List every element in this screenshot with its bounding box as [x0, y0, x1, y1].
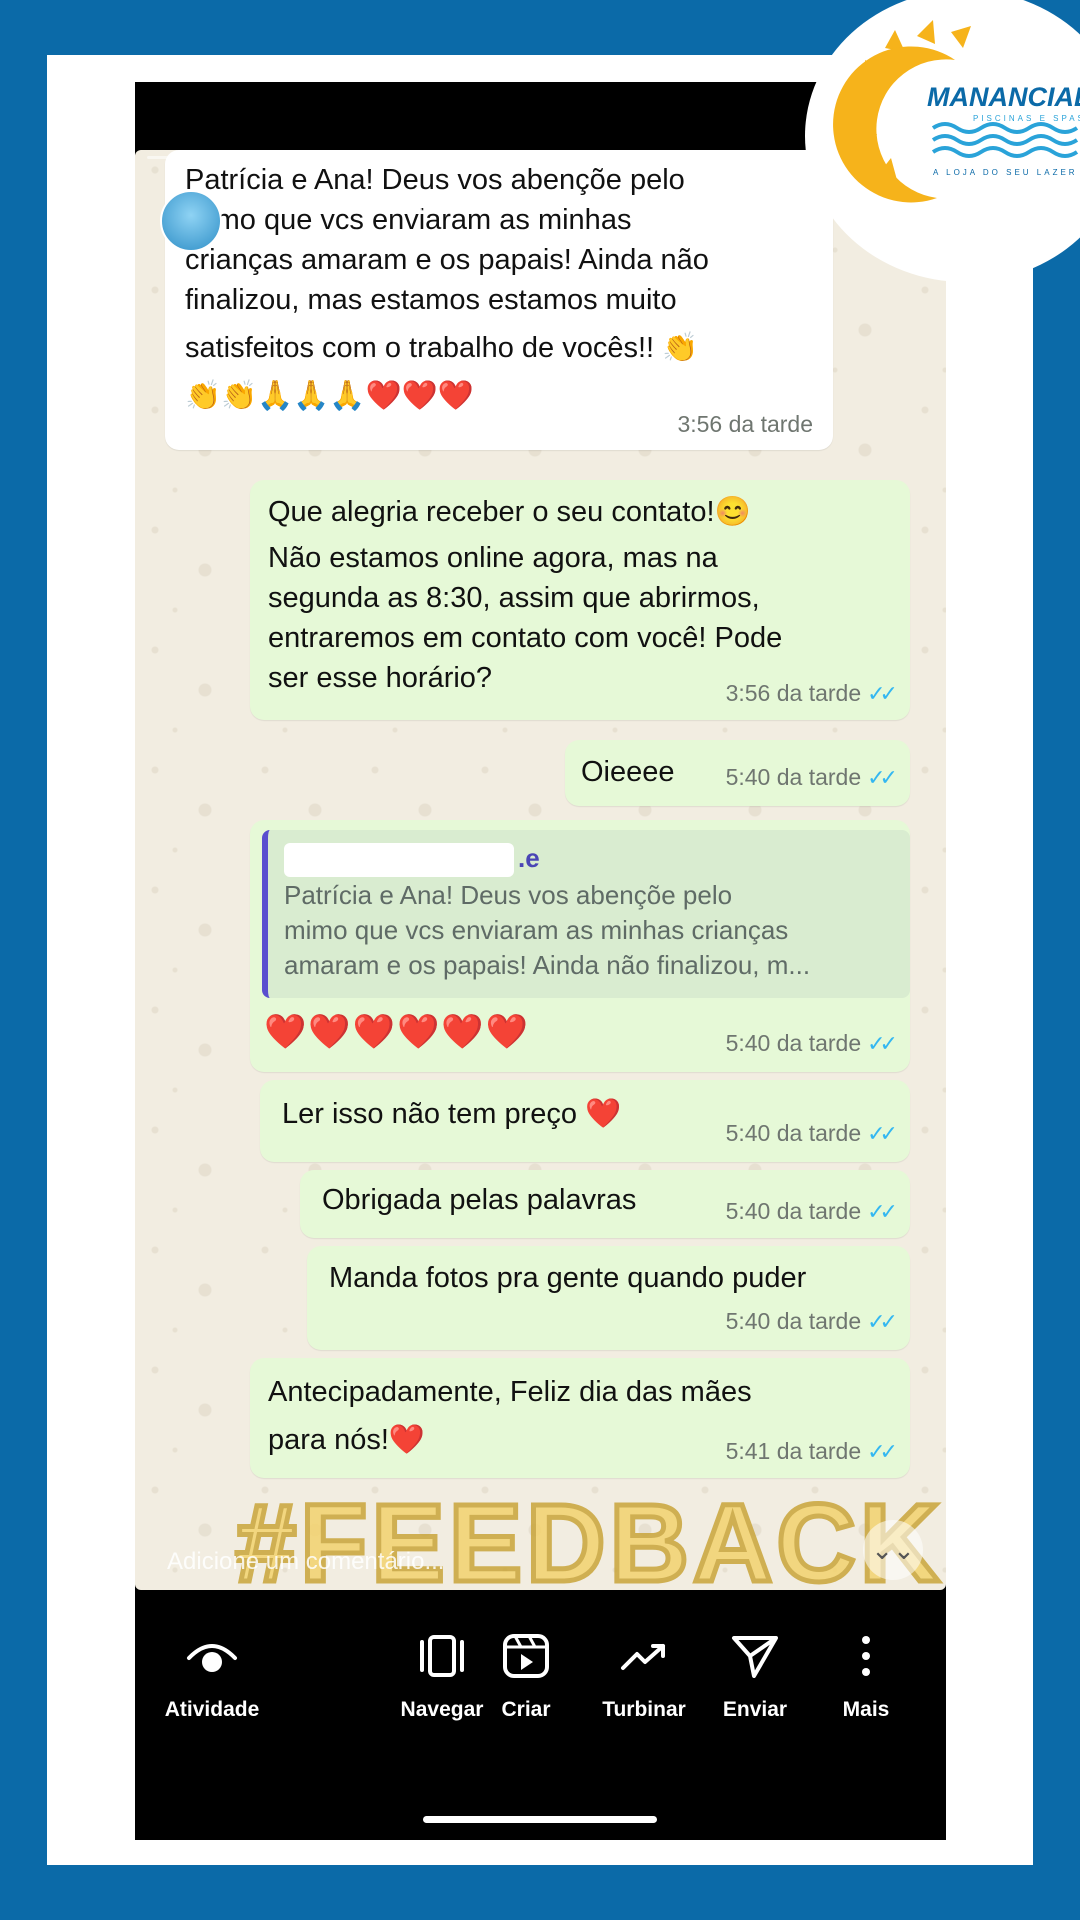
message-line: entraremos em contato com você! Pode: [268, 622, 783, 654]
quote-sender: .e: [284, 838, 894, 878]
chat-message-outgoing: .e Patrícia e Ana! Deus vos abençõe pelo…: [250, 820, 910, 1072]
nav-label: Turbinar: [602, 1698, 686, 1721]
redacted-name: [284, 843, 514, 878]
scroll-down-button[interactable]: ⌄⌄: [863, 1520, 923, 1580]
nav-enviar[interactable]: Enviar: [700, 1634, 810, 1722]
quoted-message[interactable]: .e Patrícia e Ana! Deus vos abençõe pelo…: [262, 830, 910, 998]
phone-screen: Patrícia e Ana! Deus vos abençõe pelo mi…: [135, 82, 946, 1840]
nav-label: Mais: [842, 1698, 890, 1721]
time-text: 5:40 da tarde: [725, 1030, 862, 1056]
logo-name: MANANCIAL: [927, 82, 1080, 112]
quote-line: amaram e os papais! Ainda não finalizou,…: [284, 950, 811, 980]
chat-message-outgoing: Que alegria receber o seu contato!😊 Não …: [250, 480, 910, 720]
time-text: 5:40 da tarde: [725, 1198, 862, 1224]
chat-message-outgoing: Manda fotos pra gente quando puder 5:40 …: [307, 1246, 910, 1350]
read-ticks-icon: ✓✓: [867, 1199, 898, 1224]
quote-line: Patrícia e Ana! Deus vos abençõe pelo: [284, 880, 733, 910]
story-content[interactable]: Patrícia e Ana! Deus vos abençõe pelo mi…: [135, 150, 946, 1590]
trend-up-icon: [621, 1644, 665, 1670]
home-indicator[interactable]: [423, 1816, 657, 1823]
nav-label: Navegar: [400, 1698, 484, 1721]
message-text: Obrigada pelas palavras: [322, 1184, 637, 1216]
message-line: segunda as 8:30, assim que abrirmos,: [268, 582, 760, 614]
message-text: Oieeee: [581, 756, 675, 788]
message-time: 5:40 da tarde ✓✓: [725, 1113, 898, 1154]
message-time: 5:41 da tarde ✓✓: [725, 1431, 898, 1472]
time-text: 5:41 da tarde: [725, 1438, 862, 1464]
read-ticks-icon: ✓✓: [867, 1121, 898, 1146]
time-text: 3:56 da tarde: [725, 680, 862, 706]
nav-mais[interactable]: Mais: [811, 1634, 921, 1722]
message-time: 5:40 da tarde ✓✓: [725, 1301, 898, 1342]
message-line: satisfeitos com o trabalho de vocês!! 👏: [185, 332, 699, 364]
message-time: 3:56 da tarde: [677, 411, 813, 437]
chat-message-outgoing: Obrigada pelas palavras 5:40 da tarde ✓✓: [300, 1170, 910, 1238]
story-account-name[interactable]: Feedback: [245, 192, 356, 220]
story-header: Feedback 22 de maio ♫ Mr. Dan, Gaab, Rod…: [135, 150, 946, 270]
nav-turbinar[interactable]: Turbinar: [589, 1634, 699, 1722]
message-time: 3:56 da tarde ✓✓: [725, 673, 898, 714]
message-line: Não estamos online agora, mas na: [268, 542, 718, 574]
nav-atividade[interactable]: Atividade: [157, 1634, 267, 1722]
eye-icon: [187, 1644, 237, 1672]
nav-criar[interactable]: Criar: [486, 1634, 566, 1722]
avatar[interactable]: [160, 190, 222, 252]
read-ticks-icon: ✓✓: [867, 1439, 898, 1464]
time-text: 5:40 da tarde: [725, 764, 862, 790]
read-ticks-icon: ✓✓: [867, 681, 898, 706]
chat-message-outgoing: Ler isso não tem preço ❤️ 5:40 da tarde ✓…: [260, 1080, 910, 1162]
logo-tagline: A LOJA DO SEU LAZER: [933, 168, 1078, 177]
time-text: 5:40 da tarde: [725, 1308, 862, 1334]
message-text: Ler isso não tem preço ❤️: [282, 1098, 622, 1130]
nav-label: Enviar: [722, 1698, 788, 1721]
message-line: Que alegria receber o seu contato!😊: [268, 496, 751, 528]
message-time: 5:40 da tarde ✓✓: [725, 1191, 898, 1232]
story-date: 22 de maio: [385, 192, 504, 219]
story-music[interactable]: ♫ Mr. Dan, Gaab, Rodriguinho • 30 Agrade…: [245, 226, 789, 252]
message-line: finalizou, mas estamos estamos muito: [185, 284, 677, 316]
browse-icon: [420, 1635, 464, 1677]
logo-subtitle: PISCINAS E SPAS: [973, 114, 1080, 123]
nav-label: Atividade: [164, 1698, 260, 1721]
quote-line: mimo que vcs enviaram as minhas crianças: [284, 915, 789, 945]
message-line: Antecipadamente, Feliz dia das mães: [268, 1376, 752, 1408]
nav-label: Criar: [501, 1698, 551, 1721]
bottom-nav: Atividade Navegar Criar Turbinar Enviar …: [135, 1594, 946, 1840]
send-icon: [732, 1636, 778, 1678]
chat-message-outgoing: Antecipadamente, Feliz dia das mães para…: [250, 1358, 910, 1478]
time-text: 5:40 da tarde: [725, 1120, 862, 1146]
chevron-down-icon: ⌄⌄: [871, 1535, 915, 1565]
read-ticks-icon: ✓✓: [867, 1309, 898, 1334]
quote-name-suffix: .e: [518, 843, 540, 873]
message-text: Manda fotos pra gente quando puder: [329, 1262, 807, 1294]
message-time: 5:40 da tarde ✓✓: [725, 1023, 898, 1064]
create-reel-icon: [503, 1634, 549, 1678]
chat-message-outgoing: Oieeee 5:40 da tarde ✓✓: [565, 740, 910, 806]
more-vertical-icon: [862, 1636, 870, 1676]
nav-navegar[interactable]: Navegar: [387, 1634, 497, 1722]
message-text: ❤️❤️❤️❤️❤️❤️: [264, 1013, 531, 1051]
read-ticks-icon: ✓✓: [867, 765, 898, 790]
comment-input[interactable]: Adicione um comentário...: [167, 1548, 444, 1576]
message-time: 5:40 da tarde ✓✓: [725, 757, 898, 798]
read-ticks-icon: ✓✓: [867, 1031, 898, 1056]
